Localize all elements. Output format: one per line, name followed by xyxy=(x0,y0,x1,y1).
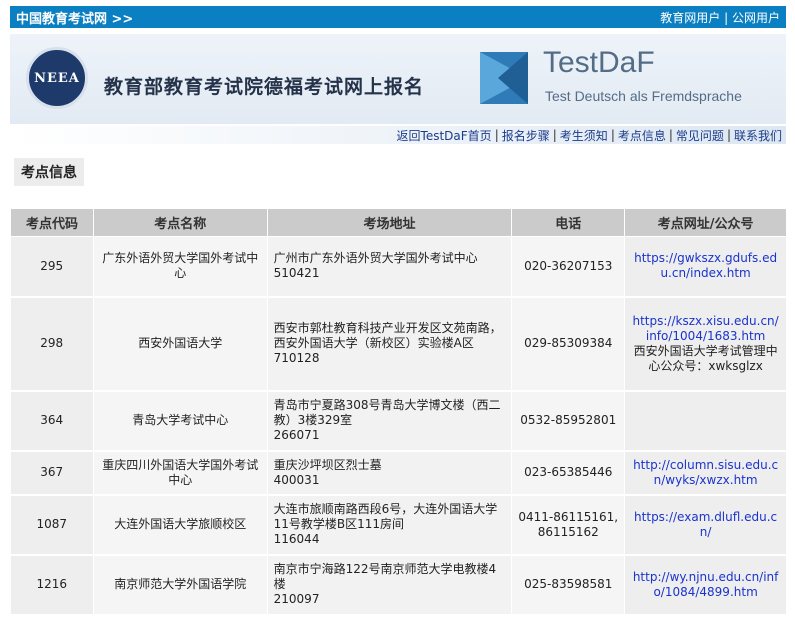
banner-title: 教育部教育考试院德福考试网上报名 xyxy=(104,76,425,98)
header-name: 考点名称 xyxy=(92,208,268,237)
cell-address: 西安市郭杜教育科技产业开发区文苑南路，西安外国语大学（新校区）实验楼A区 710… xyxy=(267,296,513,392)
cell-address: 重庆沙坪坝区烈士墓 400031 xyxy=(267,450,513,496)
address-text: 重庆沙坪坝区烈士墓 xyxy=(273,457,382,472)
cell-code: 364 xyxy=(10,390,94,452)
table-header-row: 考点代码 考点名称 考场地址 电话 考点网址/公众号 xyxy=(10,208,787,237)
cell-phone: 0532-85952801 xyxy=(511,390,626,452)
cell-code: 367 xyxy=(10,450,94,496)
user-links: 教育网用户 | 公网用户 xyxy=(660,9,780,26)
cell-phone: 0411-86115161,86115162 xyxy=(511,494,626,556)
table-row: 295 广东外语外贸大学国外考试中心 广州市广东外语外贸大学国外考试中心 510… xyxy=(10,236,787,298)
neea-logo: NEEA xyxy=(26,47,88,109)
table-row: 298 西安外国语大学 西安市郭杜教育科技产业开发区文苑南路，西安外国语大学（新… xyxy=(10,296,787,392)
cell-name: 西安外国语大学 xyxy=(93,296,268,392)
cell-address: 南京市宁海路122号南京师范大学电教楼4楼 210097 xyxy=(267,554,513,616)
nav-link-home[interactable]: 返回TestDaF首页 xyxy=(397,127,492,144)
table-row: 1087 大连外国语大学旅顺校区 大连市旅顺南路西段6号，大连外国语大学11号教… xyxy=(10,494,787,556)
website-link[interactable]: https://gwkszx.gdufs.edu.cn/index.htm xyxy=(634,251,777,280)
nav-separator: | xyxy=(668,128,673,142)
address-postcode: 510421 xyxy=(273,266,320,281)
testdaf-name: TestDaF xyxy=(543,46,655,79)
website-link[interactable]: https://exam.dlufl.edu.cn/ xyxy=(634,510,777,539)
cell-name: 大连外国语大学旅顺校区 xyxy=(93,494,268,556)
public-net-user-link[interactable]: 公网用户 xyxy=(732,11,780,25)
address-postcode: 266071 xyxy=(273,428,320,442)
wechat-note: 西安外国语大学考试管理中心公众号：xwksglzx xyxy=(633,343,778,373)
address-text: 青岛市宁夏路308号青岛大学博文楼（西二教）3楼329室 xyxy=(273,398,501,427)
header-banner: NEEA 教育部教育考试院德福考试网上报名 TestDaF Test Deuts… xyxy=(10,34,786,124)
nav-link-centers[interactable]: 考点信息 xyxy=(618,127,666,144)
cell-name: 重庆四川外国语大学国外考试中心 xyxy=(93,450,268,496)
cell-address: 青岛市宁夏路308号青岛大学博文楼（西二教）3楼329室 266071 xyxy=(267,390,513,452)
website-link[interactable]: https://kszx.xisu.edu.cn/info/1004/1683.… xyxy=(631,314,780,344)
cell-code: 295 xyxy=(10,236,94,298)
testdaf-logo-icon xyxy=(480,52,528,104)
cell-phone: 025-83598581 xyxy=(511,554,626,616)
header-phone: 电话 xyxy=(511,208,626,237)
cell-website: http://wy.njnu.edu.cn/info/1084/4899.htm xyxy=(624,554,787,616)
cell-address: 广州市广东外语外贸大学国外考试中心 510421 xyxy=(267,236,513,298)
header-code: 考点代码 xyxy=(10,208,94,237)
nav-separator: | xyxy=(610,128,615,142)
table-row: 364 青岛大学考试中心 青岛市宁夏路308号青岛大学博文楼（西二教）3楼329… xyxy=(10,390,787,452)
site-brand-link[interactable]: 中国教育考试网 >> xyxy=(16,8,133,27)
nav-link-faq[interactable]: 常见问题 xyxy=(676,127,724,144)
address-text: 广州市广东外语外贸大学国外考试中心 xyxy=(273,251,478,266)
address-postcode: 116044 xyxy=(273,532,320,546)
address-postcode: 210097 xyxy=(273,592,320,606)
nav-link-contact[interactable]: 联系我们 xyxy=(734,127,782,144)
cell-phone: 020-36207153 xyxy=(511,236,626,298)
cell-website: https://kszx.xisu.edu.cn/info/1004/1683.… xyxy=(624,296,787,392)
nav-separator: | xyxy=(552,128,557,142)
address-text: 西安市郭杜教育科技产业开发区文苑南路，西安外国语大学（新校区）实验楼A区 xyxy=(273,321,502,350)
nav-bar: 返回TestDaF首页 | 报名步骤 | 考生须知 | 考点信息 | 常见问题 … xyxy=(10,126,786,144)
cell-website: https://exam.dlufl.edu.cn/ xyxy=(624,494,787,556)
table-row: 367 重庆四川外国语大学国外考试中心 重庆沙坪坝区烈士墓 400031 023… xyxy=(10,450,787,496)
cell-code: 1087 xyxy=(10,494,94,556)
cell-name: 青岛大学考试中心 xyxy=(93,390,268,452)
test-center-table: 考点代码 考点名称 考场地址 电话 考点网址/公众号 295 广东外语外贸大学国… xyxy=(10,208,787,616)
cell-website: http://column.sisu.edu.cn/wyks/xwzx.htm xyxy=(624,450,787,496)
nav-separator: | xyxy=(494,128,499,142)
cell-address: 大连市旅顺南路西段6号，大连外国语大学11号教学楼B区111房间 116044 xyxy=(267,494,513,556)
nav-link-notice[interactable]: 考生须知 xyxy=(560,127,608,144)
website-link[interactable]: http://column.sisu.edu.cn/wyks/xwzx.htm xyxy=(633,458,778,487)
nav-link-steps[interactable]: 报名步骤 xyxy=(502,127,550,144)
cell-code: 1216 xyxy=(10,554,94,616)
user-link-separator: | xyxy=(724,10,729,25)
testdaf-subtitle: Test Deutsch als Fremdsprache xyxy=(545,88,742,104)
cell-phone: 029-85309384 xyxy=(511,296,626,392)
address-postcode: 710128 xyxy=(273,351,320,365)
address-postcode: 400031 xyxy=(273,472,320,487)
cell-phone: 023-65385446 xyxy=(511,450,626,496)
neea-logo-text: NEEA xyxy=(34,70,80,86)
cell-code: 298 xyxy=(10,296,94,392)
nav-separator: | xyxy=(726,128,731,142)
section-title: 考点信息 xyxy=(14,158,84,186)
cell-name: 广东外语外贸大学国外考试中心 xyxy=(93,236,268,298)
top-bar: 中国教育考试网 >> 教育网用户 | 公网用户 xyxy=(10,6,786,28)
cell-website xyxy=(624,390,787,452)
cell-name: 南京师范大学外国语学院 xyxy=(93,554,268,616)
table-row: 1216 南京师范大学外国语学院 南京市宁海路122号南京师范大学电教楼4楼 2… xyxy=(10,554,787,616)
address-text: 南京市宁海路122号南京师范大学电教楼4楼 xyxy=(273,562,497,591)
edu-net-user-link[interactable]: 教育网用户 xyxy=(660,11,720,25)
cell-website: https://gwkszx.gdufs.edu.cn/index.htm xyxy=(624,236,787,298)
website-link[interactable]: http://wy.njnu.edu.cn/info/1084/4899.htm xyxy=(633,570,779,599)
header-address: 考场地址 xyxy=(266,208,513,237)
header-website: 考点网址/公众号 xyxy=(624,208,787,237)
address-text: 大连市旅顺南路西段6号，大连外国语大学11号教学楼B区111房间 xyxy=(273,502,498,531)
